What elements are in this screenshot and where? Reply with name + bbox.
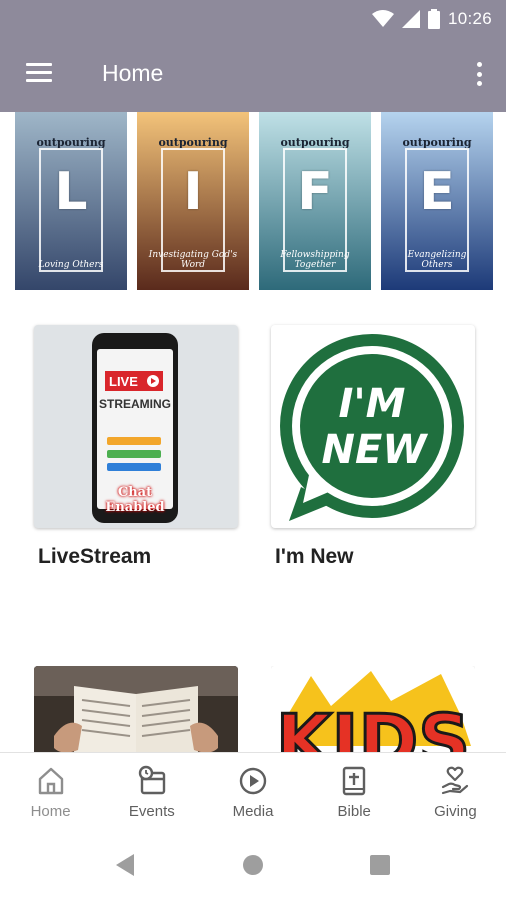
im-new-card[interactable]: I'M NEW I'm New	[271, 325, 475, 575]
kids-image: KIDS	[271, 666, 475, 752]
banner-panel-e: outpouring E Evangelizing Others	[381, 112, 493, 290]
phone-graphic: LIVE STREAMING Chat Enabled	[92, 333, 178, 523]
banner-letter: E	[419, 162, 455, 222]
im-new-line2: NEW	[322, 427, 429, 473]
home-button-icon[interactable]	[243, 855, 263, 875]
kids-text: KIDS	[276, 699, 470, 752]
card-label: LiveStream	[38, 545, 152, 568]
banner-caption: Fellowshipping Together	[280, 250, 350, 270]
page-title: Home	[102, 60, 164, 86]
nav-giving[interactable]: Giving	[405, 753, 506, 836]
banner-panel-f: outpouring F Fellowshipping Together	[259, 112, 371, 290]
nav-giving-label: Giving	[434, 803, 477, 820]
back-icon[interactable]	[116, 854, 134, 876]
battery-icon	[427, 9, 440, 29]
nav-bible-label: Bible	[337, 803, 371, 820]
life-banner[interactable]: outpouring L Loving Others outpouring I …	[0, 112, 506, 292]
nav-media-label: Media	[232, 803, 274, 820]
nav-home[interactable]: Home	[0, 753, 101, 836]
streaming-text: STREAMING	[99, 397, 171, 411]
status-time: 10:26	[447, 9, 492, 28]
cell-signal-icon	[401, 10, 420, 28]
giving-hand-heart-icon	[442, 766, 469, 795]
bible-study-card[interactable]	[34, 666, 238, 752]
nav-bible[interactable]: Bible	[304, 753, 405, 836]
wifi-icon	[371, 10, 394, 27]
banner-panel-l: outpouring L Loving Others	[15, 112, 127, 290]
nav-events[interactable]: Events	[101, 753, 202, 836]
bible-icon	[343, 766, 366, 796]
banner-letter: F	[297, 162, 333, 222]
banner-letter: L	[54, 162, 88, 222]
kids-card[interactable]: KIDS	[271, 666, 475, 752]
bottom-navigation: Home Events Media Bible Giving	[0, 752, 506, 836]
chat-enabled-text: Chat Enabled	[105, 485, 165, 515]
banner-caption: Evangelizing Others	[407, 250, 467, 270]
home-screen: 10:26 Home outpouring L Loving Others ou…	[0, 0, 506, 900]
calendar-clock-icon	[138, 765, 165, 795]
banner-letter: I	[183, 162, 203, 222]
speech-bubble-icon: I'M NEW	[280, 334, 464, 521]
play-circle-icon	[239, 767, 267, 795]
banner-panel-i: outpouring I Investigating God's Word	[137, 112, 249, 290]
live-text: LIVE	[109, 373, 138, 389]
play-icon	[147, 375, 159, 387]
nav-events-label: Events	[128, 803, 175, 820]
more-vert-icon[interactable]	[472, 60, 486, 88]
app-bar: 10:26 Home	[0, 0, 506, 112]
open-bible-image	[34, 666, 238, 752]
home-icon	[38, 767, 63, 795]
recents-icon[interactable]	[370, 855, 390, 875]
banner-caption: Investigating God's Word	[148, 250, 238, 270]
status-bar: 10:26	[371, 6, 492, 32]
livestream-image: LIVE STREAMING Chat Enabled	[34, 325, 238, 528]
im-new-image: I'M NEW	[271, 325, 475, 528]
livestream-card[interactable]: LIVE STREAMING Chat Enabled LiveStream	[34, 325, 238, 575]
menu-icon[interactable]	[24, 60, 54, 86]
nav-media[interactable]: Media	[202, 753, 303, 836]
banner-caption: Loving Others	[38, 260, 104, 270]
im-new-line1: I'M	[339, 381, 406, 427]
system-navigation-bar	[0, 836, 506, 900]
nav-home-label: Home	[30, 803, 71, 820]
card-label: I'm New	[275, 545, 354, 568]
